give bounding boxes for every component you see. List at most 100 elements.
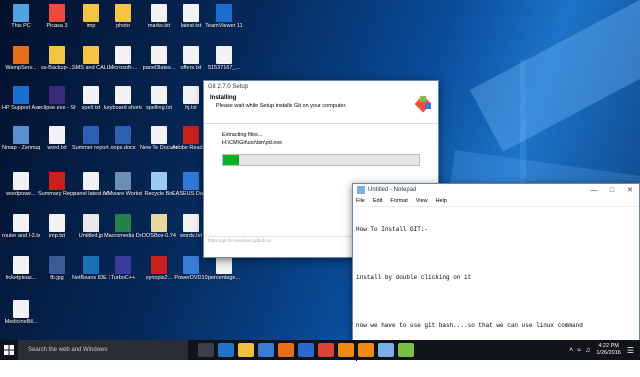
desktop-icon-label: TeamViewer 11	[205, 23, 243, 29]
desktop-icon-label: ticketpleas...	[5, 275, 37, 281]
desktop-icon-image	[49, 256, 65, 274]
menu-file[interactable]: File	[356, 198, 365, 204]
git-setup-titlebar[interactable]: Git 2.7.0 Setup	[204, 81, 438, 93]
desktop-icon[interactable]: ticketpleas...	[2, 256, 40, 281]
desktop-icon-label: 51537167_...	[207, 65, 241, 71]
desktop-icon[interactable]: VMware Workstati...	[104, 172, 142, 197]
desktop-icon-image	[49, 172, 65, 190]
progress-fill	[223, 155, 239, 165]
git-setup-header: Installing Please wait while Setup insta…	[204, 93, 438, 124]
desktop-icon-label: router and l-3.txt	[2, 233, 40, 239]
menu-format[interactable]: Format	[390, 198, 407, 204]
taskbar: Search the web and Windows ˄ ≈ ♫ 4:22 PM…	[0, 340, 640, 360]
desktop-icon-image	[49, 4, 65, 22]
desktop-icon[interactable]: percentage...	[205, 256, 243, 281]
desktop-icon[interactable]: wordpowe...	[2, 172, 40, 197]
vlc-icon[interactable]	[338, 343, 354, 357]
notifications-icon[interactable]: ☰	[627, 346, 634, 355]
text-line: now we have to use git bash....so that w…	[356, 322, 583, 329]
desktop-icon-image	[151, 46, 167, 64]
desktop-icon-label: word.txt	[47, 145, 67, 151]
edge-icon[interactable]	[218, 343, 234, 357]
store-icon[interactable]	[258, 343, 274, 357]
desktop-icon-label: This PC	[11, 23, 31, 29]
desktop-icon[interactable]: oops.docx	[104, 126, 142, 151]
menu-view[interactable]: View	[416, 198, 428, 204]
desktop-icon-image	[216, 46, 232, 64]
notepad-titlebar[interactable]: Untitled - Notepad — □ ✕	[353, 184, 639, 196]
search-box[interactable]: Search the web and Windows	[18, 340, 188, 360]
desktop-icon-image	[151, 256, 167, 274]
desktop-icon[interactable]: MedicineBil...	[2, 300, 40, 325]
git-setup-status: Extracting files...	[222, 132, 263, 138]
vlc-2-icon[interactable]	[358, 343, 374, 357]
desktop-icon[interactable]: eclipse.exe - Shortcut	[38, 86, 76, 111]
desktop-icon-image	[151, 126, 167, 144]
desktop-icon-label: Microsoft-...	[108, 65, 138, 71]
git-icon[interactable]	[398, 343, 414, 357]
firefox-icon[interactable]	[278, 343, 294, 357]
desktop-icon-image	[183, 4, 199, 22]
media-player-icon[interactable]	[298, 343, 314, 357]
wallpaper-beam	[470, 0, 640, 152]
chrome-icon[interactable]	[318, 343, 334, 357]
volume-icon[interactable]: ♫	[585, 347, 590, 354]
desktop-icon-image	[13, 172, 29, 190]
desktop-icon[interactable]: router and l-3.txt	[2, 214, 40, 239]
notepad-icon[interactable]	[378, 343, 394, 357]
desktop-icon-label: eclipse.exe - Shortcut	[38, 105, 76, 111]
desktop-icon[interactable]: Summary Report K...	[38, 172, 76, 197]
desktop-icon-label: WampServ...	[5, 65, 37, 71]
desktop-icon-image	[83, 256, 99, 274]
desktop-icon[interactable]: WampServ...	[2, 46, 40, 71]
desktop-icon[interactable]: Macromedia Dreamwea...	[104, 214, 142, 239]
minimize-icon[interactable]: —	[585, 187, 603, 194]
desktop-icon[interactable]: imp.txt	[38, 214, 76, 239]
desktop-icon-image	[151, 4, 167, 22]
desktop-icon-label: Picasa 3	[46, 23, 68, 29]
tray-up-arrow-icon[interactable]: ˄	[569, 347, 573, 354]
taskbar-apps	[196, 343, 416, 357]
clock[interactable]: 4:22 PM 1/26/2016	[596, 343, 620, 357]
desktop-icon-label: photo	[116, 23, 130, 29]
desktop-icon[interactable]: 51537167_...	[205, 46, 243, 71]
desktop-icon-image	[49, 214, 65, 232]
desktop-icon[interactable]: ss-Backup-...	[38, 46, 76, 71]
clock-time: 4:22 PM	[598, 343, 619, 349]
desktop-icon[interactable]: HP Support Assistant	[2, 86, 40, 111]
desktop-icon-label: oops.docx	[110, 145, 136, 151]
maximize-icon[interactable]: □	[603, 187, 621, 194]
desktop-icon[interactable]: This PC	[2, 4, 40, 29]
desktop-icon-image	[183, 86, 199, 104]
menu-help[interactable]: Help	[436, 198, 447, 204]
start-button[interactable]	[0, 340, 18, 360]
desktop-icon-image	[49, 46, 65, 64]
notepad-text-area[interactable]: How To Install GIT:- install by double c…	[353, 208, 639, 361]
git-setup-progress-bar	[222, 154, 420, 166]
task-view-icon[interactable]	[198, 343, 214, 357]
desktop-icon[interactable]: Picasa 3	[38, 4, 76, 29]
desktop-icon[interactable]: word.txt	[38, 126, 76, 151]
desktop-icon-label: percentage...	[207, 275, 241, 281]
close-icon[interactable]: ✕	[621, 186, 639, 194]
desktop-icon[interactable]: TurboC++	[104, 256, 142, 281]
desktop-icon-image	[83, 4, 99, 22]
file-explorer-icon[interactable]	[238, 343, 254, 357]
git-setup-title: Git 2.7.0 Setup	[208, 84, 249, 90]
desktop-icon-image	[183, 46, 199, 64]
desktop-icon-image	[115, 86, 131, 104]
desktop-icon[interactable]: Nmap - Zenmap GUI	[2, 126, 40, 151]
menu-edit[interactable]: Edit	[373, 198, 382, 204]
notepad-title: Untitled - Notepad	[368, 187, 417, 193]
wifi-icon[interactable]: ≈	[577, 347, 581, 354]
desktop-icon[interactable]: photo	[104, 4, 142, 29]
desktop-icon[interactable]: fb.jpg	[38, 256, 76, 281]
desktop-icon[interactable]: keyboard shortcut.txt	[104, 86, 142, 111]
desktop-icon-image	[49, 126, 65, 144]
desktop-icon[interactable]: TeamViewer 11	[205, 4, 243, 29]
desktop-icon-label: ss-Backup-...	[40, 65, 74, 71]
desktop-icon[interactable]: Microsoft-...	[104, 46, 142, 71]
desktop-icon-label: wordpowe...	[6, 191, 36, 197]
desktop-icon-image	[49, 86, 65, 104]
text-line	[356, 250, 636, 258]
